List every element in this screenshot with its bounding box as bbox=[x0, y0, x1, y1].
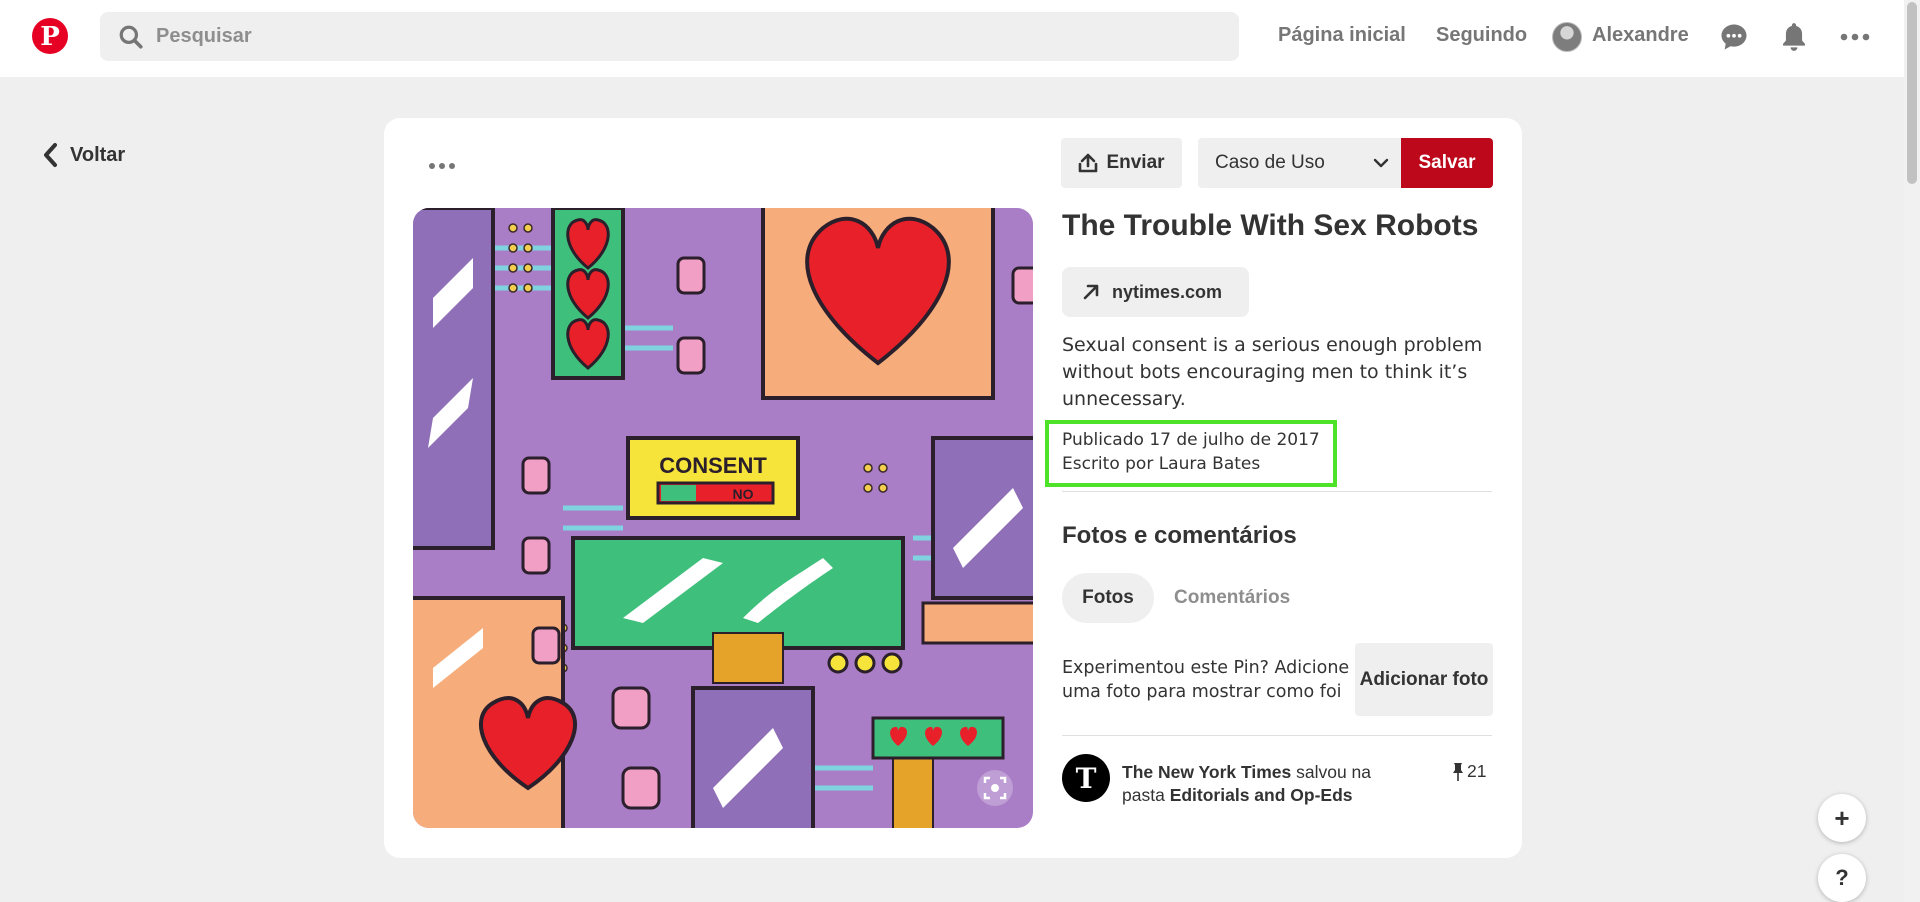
user-avatar[interactable] bbox=[1552, 22, 1582, 52]
save-count: 21 bbox=[1452, 761, 1486, 782]
save-count-value: 21 bbox=[1467, 761, 1487, 781]
help-button[interactable]: ? bbox=[1818, 854, 1866, 902]
no-label: NO bbox=[733, 486, 754, 502]
nyt-avatar-letter: T bbox=[1075, 761, 1097, 795]
published-date: Publicado 17 de julho de 2017 bbox=[1062, 430, 1320, 450]
tab-comments[interactable]: Comentários bbox=[1174, 587, 1290, 609]
page-scrollbar[interactable] bbox=[1904, 0, 1920, 902]
send-button[interactable]: Enviar bbox=[1061, 138, 1182, 188]
saved-board-name[interactable]: Editorials and Op-Eds bbox=[1170, 785, 1353, 805]
create-plus-button[interactable]: + bbox=[1818, 794, 1866, 842]
chevron-left-icon bbox=[44, 143, 57, 167]
pin-illustration: CONSENT NO bbox=[413, 208, 1033, 828]
notifications-bell-icon[interactable] bbox=[1777, 20, 1811, 54]
scrollbar-thumb[interactable] bbox=[1907, 2, 1917, 184]
article-meta-highlight: Publicado 17 de julho de 2017 Escrito po… bbox=[1045, 420, 1337, 487]
more-options-icon[interactable] bbox=[1838, 20, 1872, 54]
tried-pin-prompt: Experimentou este Pin? Adicione uma foto… bbox=[1062, 658, 1350, 702]
board-selector[interactable]: Caso de Uso bbox=[1198, 138, 1401, 188]
upload-share-icon bbox=[1079, 153, 1098, 173]
photos-comments-title: Fotos e comentários bbox=[1062, 522, 1297, 549]
save-button[interactable]: Salvar bbox=[1401, 138, 1493, 188]
pin-closeup-card: CONSENT NO Enviar Caso de Uso Salvar The… bbox=[384, 118, 1522, 858]
pin-image[interactable]: CONSENT NO bbox=[413, 208, 1033, 828]
source-link-button[interactable]: nytimes.com bbox=[1062, 267, 1249, 317]
pinterest-logo-letter: P bbox=[40, 22, 60, 52]
nav-home[interactable]: Página inicial bbox=[1278, 24, 1406, 47]
section-divider bbox=[1062, 491, 1492, 492]
board-selected-value: Caso de Uso bbox=[1215, 152, 1325, 173]
consent-label: CONSENT bbox=[659, 453, 767, 478]
visual-search-icon[interactable] bbox=[977, 770, 1013, 806]
top-navigation-bar: P Página inicial Seguindo Alexandre bbox=[0, 0, 1904, 77]
nyt-avatar[interactable]: T bbox=[1062, 754, 1110, 802]
back-button[interactable]: Voltar bbox=[42, 142, 125, 168]
tab-photos[interactable]: Fotos bbox=[1062, 573, 1154, 623]
search-input[interactable] bbox=[156, 25, 1056, 48]
source-domain: nytimes.com bbox=[1112, 281, 1223, 302]
pin-more-options-icon[interactable] bbox=[424, 156, 460, 176]
pin-description: Sexual consent is a serious enough probl… bbox=[1062, 334, 1483, 410]
send-button-label: Enviar bbox=[1106, 152, 1165, 173]
saved-by-text: The New York Times salvou na pasta Edito… bbox=[1122, 761, 1402, 807]
section-divider-2 bbox=[1062, 735, 1492, 736]
search-bar[interactable] bbox=[100, 12, 1239, 61]
chevron-down-icon bbox=[1373, 158, 1389, 168]
messages-icon[interactable] bbox=[1717, 20, 1751, 54]
add-photo-button[interactable]: Adicionar foto bbox=[1355, 643, 1493, 716]
user-name[interactable]: Alexandre bbox=[1592, 24, 1689, 47]
back-label: Voltar bbox=[70, 143, 126, 166]
saved-by-account[interactable]: The New York Times bbox=[1122, 762, 1291, 782]
arrow-up-right-icon bbox=[1083, 284, 1099, 300]
search-icon bbox=[119, 25, 143, 49]
pin-title[interactable]: The Trouble With Sex Robots bbox=[1062, 209, 1478, 243]
pushpin-icon bbox=[1453, 762, 1463, 781]
nav-following[interactable]: Seguindo bbox=[1436, 24, 1527, 47]
pinterest-logo[interactable]: P bbox=[32, 18, 68, 54]
author-line: Escrito por Laura Bates bbox=[1062, 454, 1261, 474]
